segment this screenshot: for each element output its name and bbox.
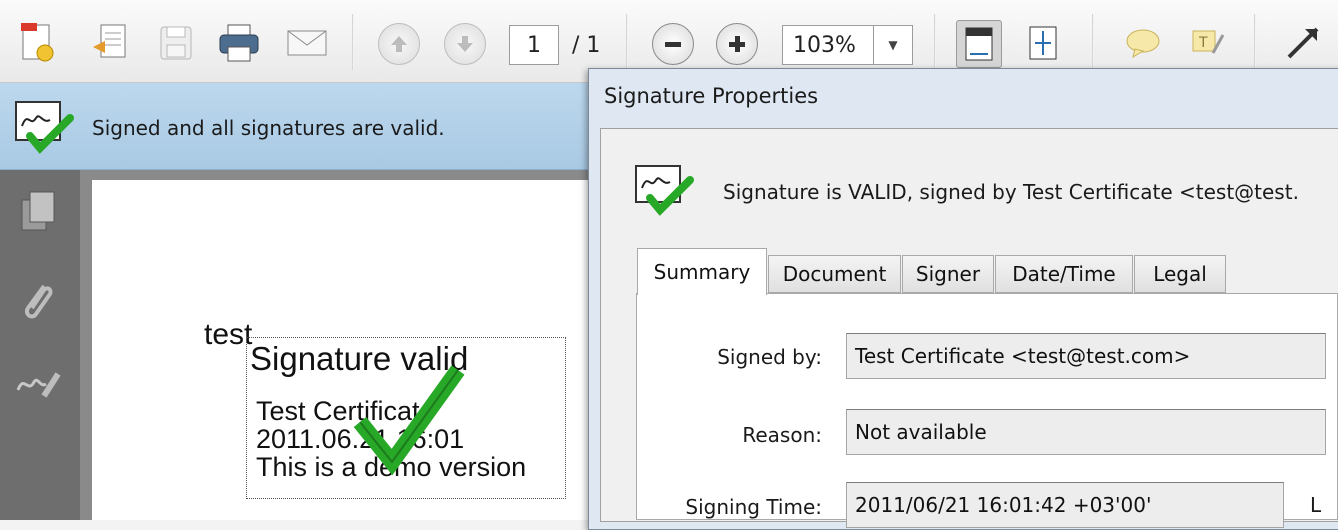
next-page-icon[interactable] xyxy=(444,23,486,65)
tab-summary[interactable]: Summary xyxy=(637,248,767,295)
toolbar-separator xyxy=(352,14,354,70)
zoom-in-icon[interactable] xyxy=(716,23,758,65)
pages-icon[interactable] xyxy=(18,190,58,238)
location-label: L xyxy=(1310,493,1322,517)
comment-icon[interactable] xyxy=(1120,20,1166,66)
zoom-dropdown-button[interactable]: ▼ xyxy=(873,25,913,65)
signature-valid-icon xyxy=(14,98,76,160)
signing-time-field: 2011/06/21 16:01:42 +03'00' xyxy=(846,482,1284,528)
zoom-out-icon[interactable] xyxy=(652,23,694,65)
fullscreen-icon[interactable] xyxy=(1280,20,1326,66)
export-icon[interactable] xyxy=(86,20,132,66)
tab-legal[interactable]: Legal xyxy=(1134,255,1226,293)
reason-label: Reason: xyxy=(742,423,822,447)
page-number-input[interactable]: 1 xyxy=(509,25,559,65)
toolbar-separator xyxy=(934,14,936,70)
fit-page-icon[interactable] xyxy=(1020,20,1066,66)
signed-by-field: Test Certificate <test@test.com> xyxy=(846,333,1326,379)
signatures-panel-icon[interactable] xyxy=(14,366,62,410)
page-total: / 1 xyxy=(572,33,601,58)
attachments-icon[interactable] xyxy=(18,278,58,330)
print-icon[interactable] xyxy=(216,20,262,66)
signed-by-label: Signed by: xyxy=(717,345,822,369)
svg-text:T: T xyxy=(1198,35,1208,51)
toolbar-separator xyxy=(1254,14,1256,70)
signature-status-message: Signed and all signatures are valid. xyxy=(92,116,445,140)
save-icon[interactable] xyxy=(152,20,198,66)
toolbar-separator xyxy=(1092,14,1094,70)
signing-time-label: Signing Time: xyxy=(685,495,822,519)
dialog-title: Signature Properties xyxy=(604,84,819,108)
signature-validity-status: Signature is VALID, signed by Test Certi… xyxy=(723,180,1299,204)
prev-page-icon[interactable] xyxy=(378,23,420,65)
tab-document[interactable]: Document xyxy=(768,255,901,293)
email-icon[interactable] xyxy=(284,20,330,66)
chevron-down-icon: ▼ xyxy=(888,38,898,52)
create-pdf-icon[interactable] xyxy=(14,20,60,66)
signature-valid-icon xyxy=(634,160,696,222)
tab-date-time[interactable]: Date/Time xyxy=(995,255,1133,293)
zoom-level-input[interactable]: 103% xyxy=(782,25,874,65)
reason-field: Not available xyxy=(846,409,1326,455)
toolbar-separator xyxy=(626,14,628,70)
highlight-icon[interactable]: T xyxy=(1184,20,1230,66)
tab-signer[interactable]: Signer xyxy=(902,255,994,293)
green-checkmark-icon xyxy=(340,362,470,486)
fit-width-icon[interactable] xyxy=(956,20,1002,68)
